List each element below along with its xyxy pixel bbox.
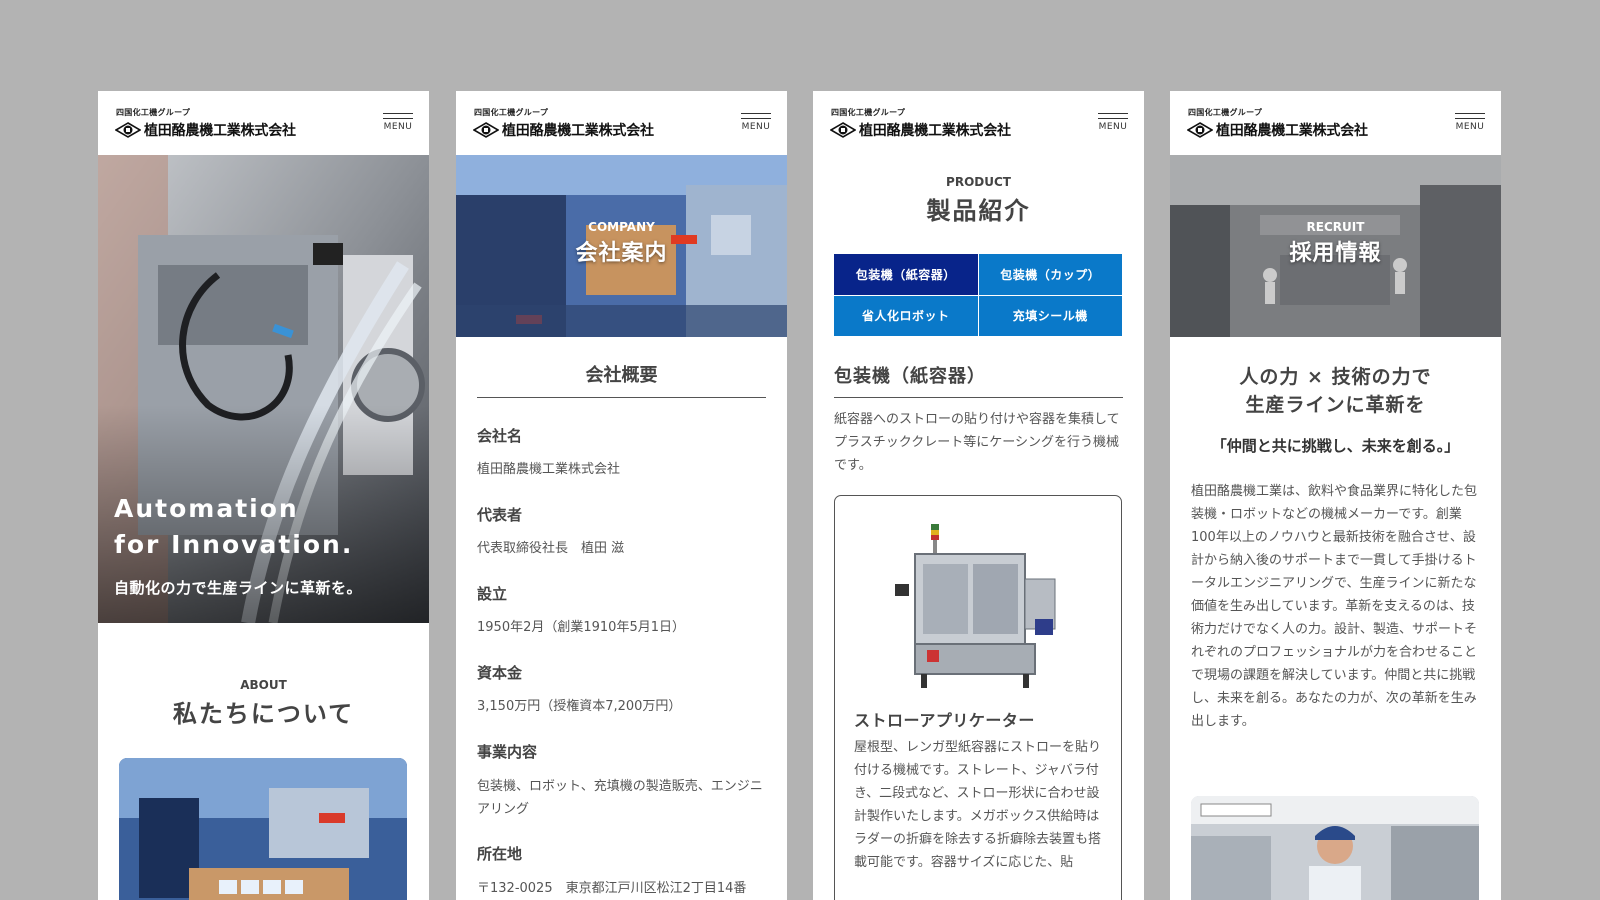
capital-term: 資本金	[477, 664, 523, 682]
hamburger-icon	[383, 113, 413, 119]
tab-packaging-cup[interactable]: 包装機（カップ）	[978, 254, 1122, 295]
representative-value: 代表取締役社長 植田 滋	[477, 541, 625, 556]
company-emblem-icon	[115, 122, 141, 138]
hamburger-icon	[1098, 113, 1128, 119]
tab-labor-saving-robot[interactable]: 省人化ロボット	[834, 295, 978, 336]
brand-logo-link[interactable]: 四国化工機グループ 植田酪農機工業株式会社	[473, 108, 654, 140]
product-card-title: ストローアプリケーター	[854, 711, 1035, 730]
brand-name: 植田酪農機工業株式会社	[502, 123, 654, 139]
mobile-company-page: 四国化工機グループ 植田酪農機工業株式会社 MENU COMPANY 会社案内 …	[456, 91, 787, 900]
address-value: 〒132-0025 東京都江戸川区松江2丁目14番	[477, 881, 747, 896]
product-card-description: 屋根型、レンガ型紙容器にストローを貼り付ける機械です。ストレート、ジャバラ付き、…	[854, 740, 1102, 870]
company-hero-label-en: COMPANY	[588, 220, 655, 234]
site-header: 四国化工機グループ 植田酪農機工業株式会社 MENU	[1170, 91, 1501, 155]
product-heading: 製品紹介	[926, 197, 1031, 225]
product-label-en: PRODUCT	[946, 175, 1011, 189]
recruit-headline-line1: 人の力 × 技術の力で	[1239, 366, 1432, 388]
recruit-body-text: 植田酪農機工業は、飲料や食品業界に特化した包装機・ロボットなどの機械メーカーです…	[1191, 484, 1478, 729]
recruit-hero-heading: 採用情報	[1289, 241, 1382, 266]
product-card[interactable]: ストローアプリケーター 屋根型、レンガ型紙容器にストローを貼り付ける機械です。ス…	[834, 495, 1122, 900]
site-header: 四国化工機グループ 植田酪農機工業株式会社 MENU	[813, 91, 1144, 155]
brand-group-label: 四国化工機グループ	[831, 108, 906, 117]
tab-filling-sealing[interactable]: 充填シール機	[978, 295, 1122, 336]
mobile-recruit-page: 四国化工機グループ 植田酪農機工業株式会社 MENU RECRUIT 採用情報 …	[1170, 91, 1501, 900]
category-title: 包装機（紙容器）	[834, 362, 1123, 398]
site-header: 四国化工機グループ 植田酪農機工業株式会社 MENU	[98, 91, 429, 155]
recruit-staff-photo	[1191, 796, 1479, 900]
company-emblem-icon	[830, 122, 856, 138]
brand-logo-link[interactable]: 四国化工機グループ 植田酪農機工業株式会社	[1187, 108, 1368, 140]
menu-button[interactable]: MENU	[1098, 113, 1128, 137]
recruit-hero-label-en: RECRUIT	[1306, 220, 1365, 234]
brand-group-label: 四国化工機グループ	[116, 108, 191, 117]
menu-label: MENU	[1455, 122, 1485, 132]
company-name-term: 会社名	[477, 427, 523, 445]
company-hero-heading: 会社案内	[575, 241, 668, 266]
business-value: 包装機、ロボット、充填機の製造販売、エンジニアリング	[477, 779, 763, 817]
mobile-top-page: 四国化工機グループ 植田酪農機工業株式会社 MENU Automation fo…	[98, 91, 429, 900]
about-heading: 私たちについて	[172, 700, 355, 728]
about-label-en: ABOUT	[240, 678, 287, 692]
hero-tagline-jp: 自動化の力で生産ラインに革新を。	[114, 579, 363, 597]
capital-value: 3,150万円（授権資本7,200万円）	[477, 699, 682, 714]
product-category-tabs: 包装機（紙容器） 包装機（カップ） 省人化ロボット 充填シール機	[834, 254, 1122, 336]
business-term: 事業内容	[477, 743, 538, 761]
brand-logo-link[interactable]: 四国化工機グループ 植田酪農機工業株式会社	[115, 108, 296, 140]
brand-logo-link[interactable]: 四国化工機グループ 植田酪農機工業株式会社	[830, 108, 1011, 140]
recruit-headline-line2: 生産ラインに革新を	[1245, 394, 1426, 416]
menu-label: MENU	[383, 122, 413, 132]
menu-label: MENU	[1098, 122, 1128, 132]
hamburger-icon	[1455, 113, 1485, 119]
company-overview-title: 会社概要	[477, 361, 766, 398]
menu-label: MENU	[741, 122, 771, 132]
mobile-product-page: 四国化工機グループ 植田酪農機工業株式会社 MENU PRODUCT 製品紹介 …	[813, 91, 1144, 900]
brand-name: 植田酪農機工業株式会社	[859, 123, 1011, 139]
straw-applicator-photo	[895, 524, 1056, 688]
hero-tagline-line2: for Innovation.	[114, 530, 354, 559]
brand-name: 植田酪農機工業株式会社	[144, 123, 296, 139]
address-term: 所在地	[477, 845, 523, 863]
recruit-headline: 人の力 × 技術の力で 生産ラインに革新を	[1170, 363, 1501, 419]
company-name-value: 植田酪農機工業株式会社	[477, 462, 621, 477]
company-emblem-icon	[1187, 122, 1213, 138]
established-value: 1950年2月（創業1910年5月1日）	[477, 620, 685, 635]
established-term: 設立	[477, 585, 508, 603]
company-emblem-icon	[473, 122, 499, 138]
recruit-subheading: 「仲間と共に挑戦し、未来を創る。」	[1211, 437, 1460, 455]
brand-name: 植田酪農機工業株式会社	[1216, 123, 1368, 139]
brand-group-label: 四国化工機グループ	[1188, 108, 1263, 117]
hamburger-icon	[741, 113, 771, 119]
tab-packaging-paper[interactable]: 包装機（紙容器）	[834, 254, 978, 295]
site-header: 四国化工機グループ 植田酪農機工業株式会社 MENU	[456, 91, 787, 155]
representative-term: 代表者	[477, 506, 523, 524]
category-description: 紙容器へのストローの貼り付けや容器を集積してプラスチッククレート等にケーシングを…	[834, 412, 1120, 473]
menu-button[interactable]: MENU	[741, 113, 771, 137]
about-photo	[119, 758, 407, 900]
hero-tagline-en: Automation for Innovation.	[114, 491, 353, 563]
brand-group-label: 四国化工機グループ	[474, 108, 549, 117]
menu-button[interactable]: MENU	[383, 113, 413, 137]
hero-tagline-line1: Automation	[114, 494, 299, 523]
menu-button[interactable]: MENU	[1455, 113, 1485, 137]
